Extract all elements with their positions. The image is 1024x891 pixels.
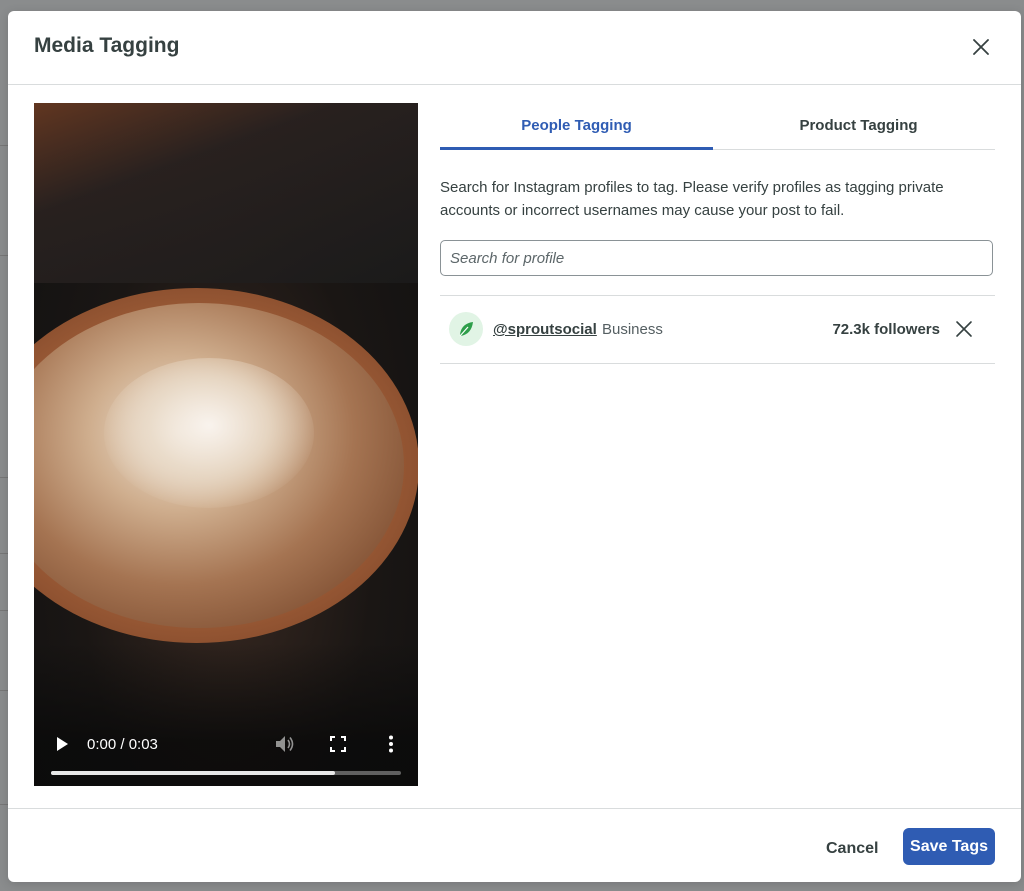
profile-handle-link[interactable]: @sproutsocial xyxy=(493,321,597,338)
profile-followers-count: 72.3k followers xyxy=(832,321,940,338)
tagged-profile-row: @sproutsocial Business 72.3k followers xyxy=(440,295,995,364)
video-time: 0:00 / 0:03 xyxy=(87,736,158,753)
media-tagging-modal: Media Tagging 0:00 / 0:03 People Tagging… xyxy=(8,11,1021,882)
video-frame-latte-art xyxy=(104,358,314,508)
close-icon xyxy=(956,321,972,337)
play-icon xyxy=(57,737,68,751)
profile-account-type: Business xyxy=(602,321,663,338)
fullscreen-icon xyxy=(330,736,346,752)
modal-title: Media Tagging xyxy=(34,34,180,57)
more-vertical-icon xyxy=(389,735,393,753)
video-frame-background xyxy=(34,103,418,283)
tab-product-tagging[interactable]: Product Tagging xyxy=(722,103,995,149)
modal-footer: Cancel Save Tags xyxy=(8,808,1021,882)
save-tags-button[interactable]: Save Tags xyxy=(903,828,995,865)
sprout-leaf-icon xyxy=(459,322,473,337)
avatar xyxy=(449,312,483,346)
video-progress-fill xyxy=(51,771,335,775)
profile-search-input[interactable] xyxy=(440,240,993,276)
video-player[interactable]: 0:00 / 0:03 xyxy=(34,103,418,786)
tab-people-tagging[interactable]: People Tagging xyxy=(440,103,713,150)
tagging-description: Search for Instagram profiles to tag. Pl… xyxy=(440,179,944,219)
tagging-tabs: People Tagging Product Tagging xyxy=(440,103,995,150)
volume-icon xyxy=(276,736,294,752)
fullscreen-button[interactable] xyxy=(330,736,346,752)
video-progress-bar[interactable] xyxy=(51,771,401,775)
play-button[interactable] xyxy=(54,736,70,752)
remove-tag-button[interactable] xyxy=(955,320,973,338)
video-controls: 0:00 / 0:03 xyxy=(34,716,418,786)
close-button[interactable] xyxy=(969,35,993,59)
more-options-button[interactable] xyxy=(388,735,394,753)
modal-header: Media Tagging xyxy=(8,11,1021,85)
cancel-button[interactable]: Cancel xyxy=(816,831,888,867)
mute-button[interactable] xyxy=(275,735,295,753)
close-icon xyxy=(973,39,989,55)
